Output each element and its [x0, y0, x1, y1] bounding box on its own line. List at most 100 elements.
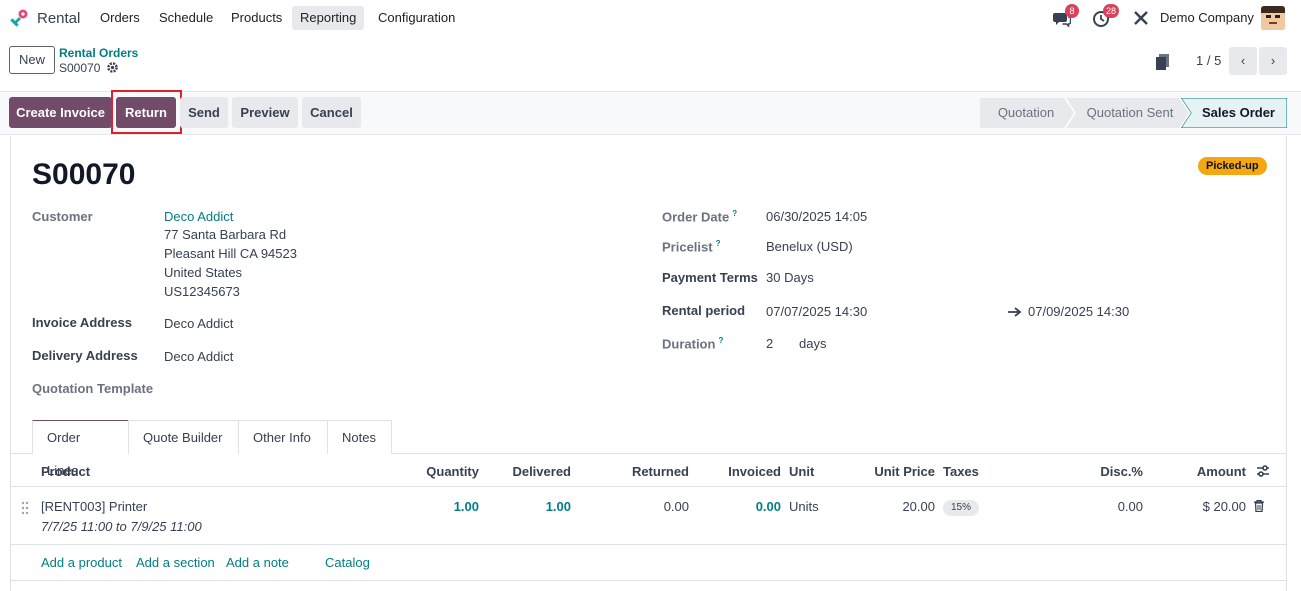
column-header-delivered[interactable]: Delivered — [512, 464, 571, 479]
tools-icon — [1134, 11, 1148, 25]
trash-icon[interactable] — [1254, 500, 1264, 512]
chevron-right-icon: › — [1270, 53, 1276, 68]
add-product-link[interactable]: Add a product — [41, 555, 122, 570]
tab-quote-builder[interactable]: Quote Builder — [128, 420, 239, 454]
app-name: Rental — [37, 9, 81, 27]
line-rental-period: 7/7/25 11:00 to 7/9/25 11:00 — [41, 519, 202, 534]
app-brand[interactable]: Rental — [10, 8, 80, 28]
line-tax-badge[interactable]: 15% — [943, 500, 980, 516]
user-avatar[interactable] — [1261, 6, 1285, 30]
line-delivered[interactable]: 1.00 — [546, 499, 571, 514]
column-header-taxes[interactable]: Taxes — [943, 464, 979, 479]
picked-up-ribbon: Picked-up — [1198, 157, 1267, 175]
tab-notes[interactable]: Notes — [327, 420, 392, 454]
rental-start-field[interactable]: 07/07/2025 14:30 — [766, 304, 867, 319]
help-tooltip-icon[interactable]: ? — [716, 239, 721, 248]
pager-previous-button[interactable]: ‹ — [1229, 47, 1257, 75]
column-header-product[interactable]: Product — [41, 464, 90, 479]
invoice-address-label: Invoice Address — [32, 315, 132, 330]
payment-terms-field[interactable]: 30 Days — [766, 270, 814, 285]
customer-field[interactable]: Deco Addict — [164, 209, 233, 224]
drag-handle-icon[interactable] — [21, 501, 29, 515]
rental-end-field[interactable]: 07/09/2025 14:30 — [1028, 304, 1129, 319]
delivery-address-field[interactable]: Deco Addict — [164, 349, 233, 364]
delivery-address-label: Delivery Address — [32, 348, 138, 363]
messages-count-badge: 8 — [1065, 4, 1079, 18]
line-unit-price[interactable]: 20.00 — [902, 499, 935, 514]
line-invoiced[interactable]: 0.00 — [756, 499, 781, 514]
add-section-link[interactable]: Add a section — [136, 555, 215, 570]
gear-icon[interactable] — [106, 61, 119, 74]
pager-value[interactable]: 1 / 5 — [1196, 53, 1221, 68]
line-quantity[interactable]: 1.00 — [454, 499, 479, 514]
table-row[interactable] — [10, 487, 1287, 544]
address-line-1: 77 Santa Barbara Rd — [164, 227, 287, 242]
line-product[interactable]: [RENT003] Printer — [41, 499, 147, 514]
arrow-right-icon — [1008, 307, 1022, 317]
column-header-unit[interactable]: Unit — [789, 464, 814, 479]
quotation-template-field[interactable] — [164, 378, 464, 400]
create-invoice-button[interactable]: Create Invoice — [9, 97, 112, 128]
rental-app-icon — [10, 9, 28, 27]
address-line-2: Pleasant Hill CA 94523 — [164, 246, 297, 261]
pricelist-label: Pricelist? — [662, 239, 721, 255]
duration-label: Duration? — [662, 336, 724, 352]
menu-orders[interactable]: Orders — [92, 6, 148, 30]
activities-button[interactable]: 28 — [1092, 4, 1122, 30]
line-returned[interactable]: 0.00 — [664, 499, 689, 514]
top-navbar: Rental Orders Schedule Products Reportin… — [0, 0, 1301, 36]
activities-count-badge: 28 — [1103, 4, 1120, 18]
column-header-quantity[interactable]: Quantity — [426, 464, 479, 479]
help-tooltip-icon[interactable]: ? — [732, 209, 737, 218]
order-date-field[interactable]: 06/30/2025 14:05 — [766, 209, 867, 224]
table-row-separator — [10, 544, 1287, 545]
tab-order-lines[interactable]: Order Lines — [32, 420, 129, 478]
debug-tools-button[interactable] — [1133, 6, 1149, 30]
menu-products[interactable]: Products — [223, 6, 290, 30]
stage-sales-order[interactable]: Sales Order — [1190, 98, 1287, 128]
preview-button[interactable]: Preview — [232, 97, 298, 128]
customer-label: Customer — [32, 209, 93, 224]
menu-reporting[interactable]: Reporting — [292, 6, 365, 30]
stage-quotation[interactable]: Quotation — [980, 98, 1072, 128]
user-avatar-icon — [1261, 6, 1285, 30]
stage-quotation-sent[interactable]: Quotation Sent — [1074, 98, 1186, 128]
tab-other-info[interactable]: Other Info — [238, 420, 328, 454]
line-discount[interactable]: 0.00 — [1118, 499, 1143, 514]
cancel-button[interactable]: Cancel — [302, 97, 361, 128]
new-button[interactable]: New — [9, 46, 55, 74]
documents-icon[interactable] — [1156, 54, 1170, 70]
address-line-4: US12345673 — [164, 284, 240, 299]
column-header-unit-price[interactable]: Unit Price — [874, 464, 935, 479]
invoice-address-field[interactable]: Deco Addict — [164, 316, 233, 331]
line-unit[interactable]: Units — [789, 499, 819, 514]
table-footer-separator — [10, 580, 1287, 581]
duration-unit: days — [799, 336, 827, 351]
pricelist-field[interactable]: Benelux (USD) — [766, 239, 853, 254]
menu-configuration[interactable]: Configuration — [370, 6, 463, 30]
line-amount: $ 20.00 — [1202, 499, 1246, 514]
column-header-discount[interactable]: Disc.% — [1100, 464, 1143, 479]
column-header-invoiced[interactable]: Invoiced — [728, 464, 781, 479]
address-line-3: United States — [164, 265, 243, 280]
optional-columns-icon[interactable] — [1256, 464, 1270, 478]
catalog-link[interactable]: Catalog — [325, 555, 370, 570]
messages-button[interactable]: 8 — [1053, 4, 1079, 30]
menu-schedule[interactable]: Schedule — [151, 6, 221, 30]
breadcrumb-rental-orders[interactable]: Rental Orders — [59, 46, 138, 60]
return-button-highlight — [111, 90, 182, 134]
send-button[interactable]: Send — [180, 97, 228, 128]
duration-value: 2 — [766, 336, 774, 351]
rental-period-label: Rental period — [662, 303, 746, 318]
add-note-link[interactable]: Add a note — [226, 555, 289, 570]
company-switcher[interactable]: Demo Company — [1152, 6, 1262, 30]
chevron-left-icon: ‹ — [1240, 53, 1246, 68]
pager-next-button[interactable]: › — [1259, 47, 1287, 75]
quotation-template-label: Quotation Template — [32, 381, 154, 396]
breadcrumb-current-record: S00070 — [59, 61, 101, 75]
help-tooltip-icon[interactable]: ? — [718, 336, 723, 345]
column-header-amount[interactable]: Amount — [1197, 464, 1246, 479]
record-title: S00070 — [32, 158, 136, 191]
payment-terms-label: Payment Terms — [662, 270, 758, 285]
column-header-returned[interactable]: Returned — [632, 464, 689, 479]
